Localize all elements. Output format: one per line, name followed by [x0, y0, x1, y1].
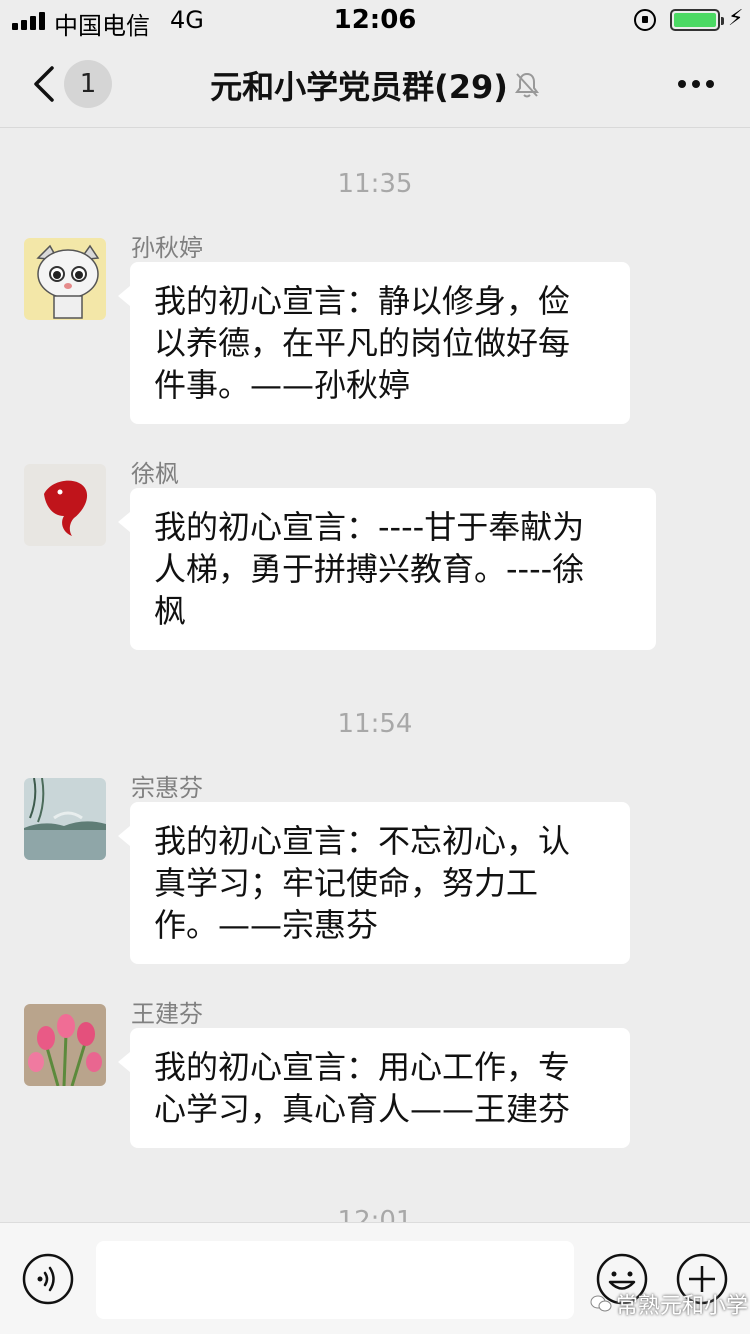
wechat-logo-icon — [590, 1295, 612, 1312]
message-line: 我的初心宣言：----甘于奉献为 — [154, 508, 585, 546]
chat-title-container: 元和小学党员群(29) — [0, 62, 750, 108]
mute-bell-icon — [514, 72, 539, 98]
timestamp-label: 12:01 — [337, 1206, 413, 1222]
watermark: 常熟元和小学 — [590, 1288, 748, 1320]
message-line: 我的初心宣言：静以修身，俭 — [154, 282, 571, 320]
battery-icon — [670, 9, 724, 31]
sender-name: 孙秋婷 — [131, 234, 203, 262]
charging-icon: ⚡ — [728, 6, 744, 31]
watermark-text: 常熟元和小学 — [616, 1294, 749, 1319]
message-bubble[interactable]: 我的初心宣言：用心工作，专 心学习，真心育人——王建芬 — [118, 1028, 630, 1148]
timestamp-label: 11:35 — [337, 169, 413, 199]
message-line: 我的初心宣言：用心工作，专 — [154, 1048, 571, 1086]
message-input[interactable] — [96, 1241, 574, 1319]
chat-title: 元和小学党员群(29) — [210, 68, 508, 106]
avatar-red-fish[interactable] — [24, 464, 106, 546]
sender-name: 王建芬 — [131, 1000, 203, 1028]
message-line: 心学习，真心育人——王建芬 — [154, 1090, 571, 1128]
chat-header: 1 元和小学党员群(29) — [0, 40, 750, 128]
message-line: 枫 — [154, 592, 187, 630]
message-line: 真学习；牢记使命，努力工 — [154, 864, 539, 902]
status-bar: 中国电信 4G 12:06 ⚡ — [0, 0, 750, 40]
message-line: 人梯，勇于拼搏兴教育。----徐 — [154, 550, 585, 588]
avatar-cat[interactable] — [24, 238, 106, 320]
message-line: 我的初心宣言：不忘初心，认 — [154, 822, 571, 860]
sender-name: 宗惠芬 — [131, 774, 203, 802]
message-bubble[interactable]: 我的初心宣言：静以修身，俭 以养德，在平凡的岗位做好每 件事。——孙秋婷 — [118, 262, 630, 424]
more-options-icon[interactable] — [676, 70, 716, 98]
sender-name: 徐枫 — [131, 460, 179, 488]
message-bubble[interactable]: 我的初心宣言：----甘于奉献为 人梯，勇于拼搏兴教育。----徐 枫 — [118, 488, 656, 650]
message-bubble[interactable]: 我的初心宣言：不忘初心，认 真学习；牢记使命，努力工 作。——宗惠芬 — [118, 802, 630, 964]
avatar-tulips[interactable] — [24, 1004, 106, 1086]
voice-input-icon[interactable] — [22, 1253, 74, 1305]
message-line: 以养德，在平凡的岗位做好每 — [154, 324, 571, 362]
message-line: 件事。——孙秋婷 — [154, 366, 411, 404]
message-line: 作。——宗惠芬 — [154, 906, 379, 944]
avatar-lake-scenery[interactable] — [24, 778, 106, 860]
orientation-lock-icon — [634, 9, 656, 31]
timestamp-label: 11:54 — [337, 709, 413, 739]
